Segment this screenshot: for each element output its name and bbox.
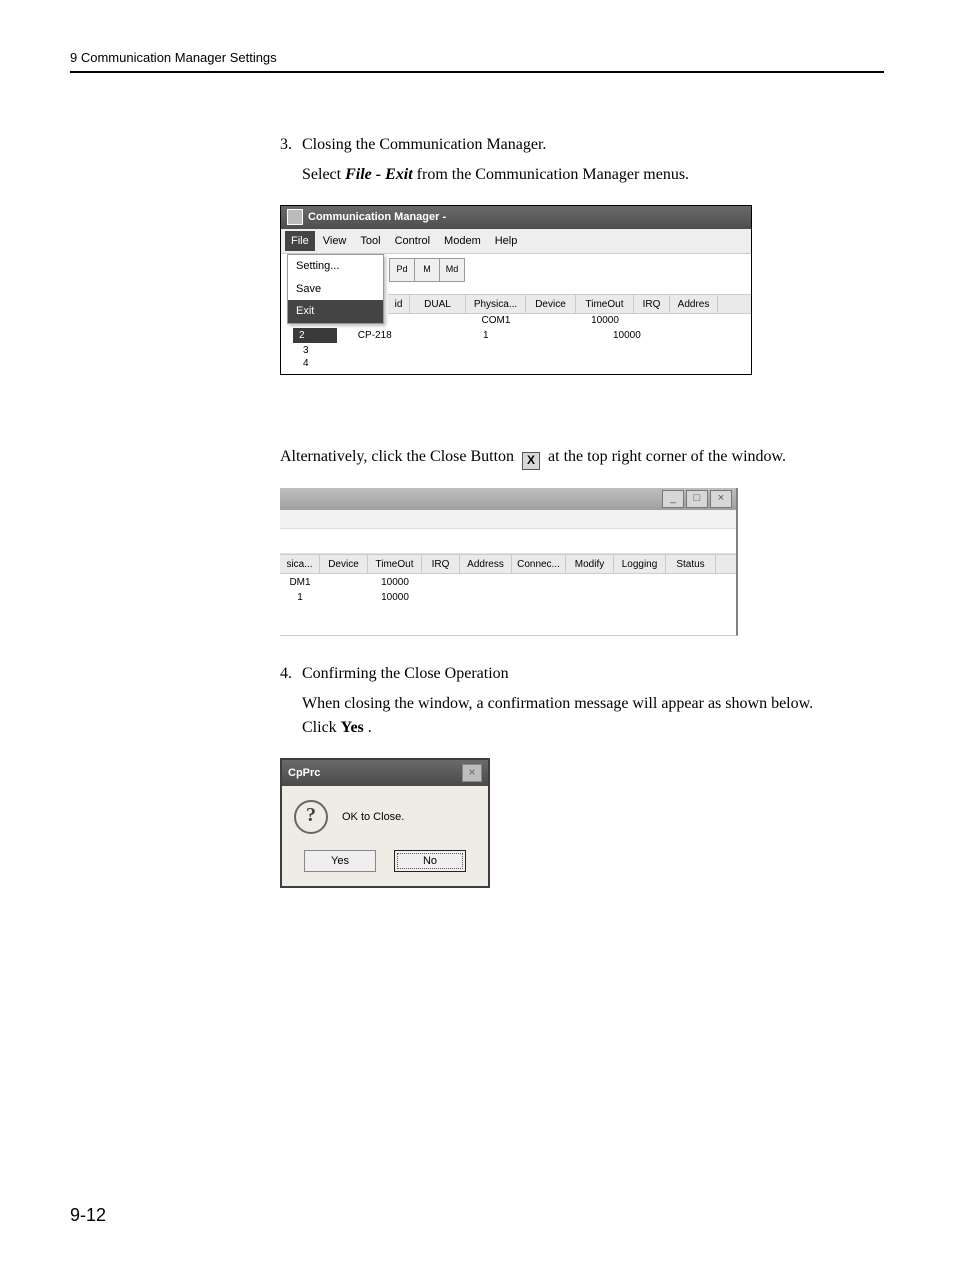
table-row: 1 10000 xyxy=(280,590,736,605)
cell2-timeout-2: 10000 xyxy=(368,590,422,605)
dialog-no-button[interactable]: No xyxy=(394,850,466,872)
toolbar-btn-3[interactable]: Md xyxy=(439,258,465,282)
figure-cpprc-dialog: CpPrc × ? OK to Close. Yes No xyxy=(280,758,844,888)
dialog-yes-button[interactable]: Yes xyxy=(304,850,376,872)
table2-header-row: sica... Device TimeOut IRQ Address Conne… xyxy=(280,554,736,574)
cell-one: 1 xyxy=(483,328,489,343)
col2-irq[interactable]: IRQ xyxy=(422,555,460,573)
close-icon: X xyxy=(522,452,540,470)
table-row: COM1 10000 xyxy=(388,312,751,329)
table-header-row: id DUAL Physica... Device TimeOut IRQ Ad… xyxy=(388,294,751,314)
step-4-number: 4. xyxy=(280,662,302,686)
close-button[interactable]: × xyxy=(710,490,732,508)
file-menu-save[interactable]: Save xyxy=(288,278,383,301)
file-menu-exit[interactable]: Exit xyxy=(288,300,383,323)
col2-modify[interactable]: Modify xyxy=(566,555,614,573)
toolbar-btn-1[interactable]: Pd xyxy=(389,258,414,282)
table-row: DM1 10000 xyxy=(280,575,736,590)
step-3-text-b: from the Communication Manager menus. xyxy=(417,166,689,183)
col2-timeout[interactable]: TimeOut xyxy=(368,555,422,573)
rownum-3: 3 xyxy=(303,344,309,357)
alt-text-b: at the top right corner of the window. xyxy=(548,448,786,465)
col-irq[interactable]: IRQ xyxy=(634,295,670,313)
window-toolbar-blank xyxy=(280,529,736,554)
dialog-close-button[interactable]: × xyxy=(462,764,482,782)
cell2-timeout-1: 10000 xyxy=(368,575,422,590)
col2-logging[interactable]: Logging xyxy=(614,555,666,573)
step-4-body: When closing the window, a confirmation … xyxy=(302,692,844,740)
row-numbers: 3 4 xyxy=(303,344,309,370)
app-icon xyxy=(287,209,303,225)
col-timeout[interactable]: TimeOut xyxy=(576,295,634,313)
question-icon: ? xyxy=(294,800,328,834)
col2-sica[interactable]: sica... xyxy=(280,555,320,573)
col-device[interactable]: Device xyxy=(526,295,576,313)
header-chapter: 9 Communication Manager Settings xyxy=(70,50,884,65)
menu-control[interactable]: Control xyxy=(389,231,436,252)
col2-status[interactable]: Status xyxy=(666,555,716,573)
comm-manager-title: Communication Manager - xyxy=(308,209,446,226)
toolbar-btn-2[interactable]: M xyxy=(414,258,439,282)
step-3: 3. Closing the Communication Manager. xyxy=(280,133,844,157)
step-4-text-a: When closing the window, a confirmation … xyxy=(302,695,813,736)
minimize-button[interactable]: _ xyxy=(662,490,684,508)
alt-text-a: Alternatively, click the Close Button xyxy=(280,448,518,465)
step-3-menu-path: File - Exit xyxy=(345,166,413,183)
cell-timeout: 10000 xyxy=(576,312,634,329)
cell2-sica-1: DM1 xyxy=(280,575,320,590)
rownum-4: 4 xyxy=(303,357,309,370)
cell2-sica-2: 1 xyxy=(280,590,320,605)
menu-modem[interactable]: Modem xyxy=(438,231,487,252)
col2-connec[interactable]: Connec... xyxy=(512,555,566,573)
step-3-text-a: Select xyxy=(302,166,345,183)
comm-manager-toolbar: Pd M Md xyxy=(389,258,465,282)
menu-file[interactable]: File xyxy=(285,231,315,252)
menu-view[interactable]: View xyxy=(317,231,353,252)
table2-body: DM1 10000 1 10000 xyxy=(280,574,736,635)
window-menubar-blank xyxy=(280,510,736,529)
col-physica[interactable]: Physica... xyxy=(466,295,526,313)
col-id[interactable]: id xyxy=(388,295,410,313)
cell-rownum-2: 2 xyxy=(293,328,337,343)
col2-device[interactable]: Device xyxy=(320,555,368,573)
header-rule xyxy=(70,71,884,73)
dialog-message: OK to Close. xyxy=(342,809,404,826)
cell-timeout-2: 10000 xyxy=(613,328,641,343)
table-row-selected: 2 CP-218 1 10000 xyxy=(293,328,392,343)
cpprc-dialog: CpPrc × ? OK to Close. Yes No xyxy=(280,758,490,888)
step-3-title: Closing the Communication Manager. xyxy=(302,133,546,157)
col2-address[interactable]: Address xyxy=(460,555,512,573)
menu-tool[interactable]: Tool xyxy=(354,231,386,252)
file-dropdown: Setting... Save Exit xyxy=(287,254,384,324)
alt-close-instruction: Alternatively, click the Close Button X … xyxy=(280,445,844,470)
col-addres[interactable]: Addres xyxy=(670,295,718,313)
step-3-number: 3. xyxy=(280,133,302,157)
menu-help[interactable]: Help xyxy=(489,231,524,252)
window-corner: _ □ × sica... Device TimeOut IRQ Address… xyxy=(280,488,738,636)
step-4-title: Confirming the Close Operation xyxy=(302,662,509,686)
col-dual[interactable]: DUAL xyxy=(410,295,466,313)
step-3-instruction: Select File - Exit from the Communicatio… xyxy=(302,163,844,187)
figure-comm-manager: Communication Manager - File View Tool C… xyxy=(280,205,844,375)
file-menu-setting[interactable]: Setting... xyxy=(288,255,383,278)
maximize-button[interactable]: □ xyxy=(686,490,708,508)
titlebar-buttons: _ □ × xyxy=(280,488,736,510)
cell-physica: COM1 xyxy=(466,312,526,329)
comm-manager-titlebar: Communication Manager - xyxy=(281,206,751,229)
comm-manager-window: Communication Manager - File View Tool C… xyxy=(280,205,752,375)
dialog-title: CpPrc xyxy=(288,765,320,782)
dialog-titlebar: CpPrc × xyxy=(282,760,488,786)
cell-cp218: CP-218 xyxy=(358,330,392,341)
comm-manager-menubar[interactable]: File View Tool Control Modem Help xyxy=(281,229,751,255)
page-number: 9-12 xyxy=(70,1205,106,1226)
step-4-yes: Yes xyxy=(341,719,364,736)
step-4-text-b: . xyxy=(368,719,372,736)
step-4: 4. Confirming the Close Operation xyxy=(280,662,844,686)
figure-window-corner: _ □ × sica... Device TimeOut IRQ Address… xyxy=(280,488,844,636)
